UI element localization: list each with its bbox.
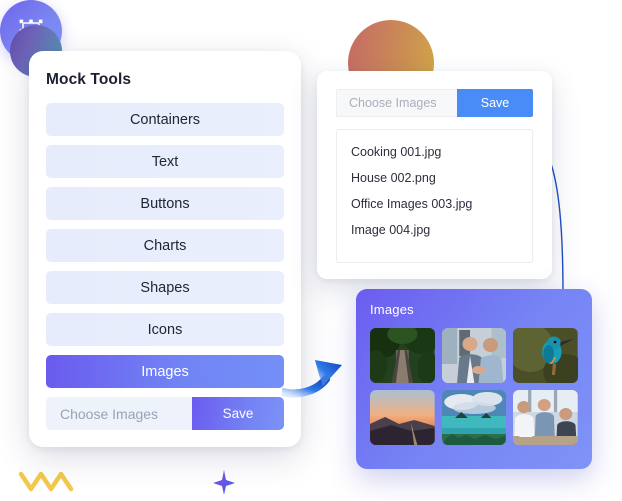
purple-four-point-star-icon bbox=[213, 470, 235, 495]
tool-item-images[interactable]: Images bbox=[46, 355, 284, 388]
businessmen-image bbox=[441, 328, 507, 383]
list-item[interactable]: Office Images 003.jpg bbox=[337, 191, 532, 217]
thumbnail-office-meeting[interactable] bbox=[513, 390, 578, 445]
tool-item-text[interactable]: Text bbox=[46, 145, 284, 178]
sunset-image bbox=[370, 390, 435, 445]
file-upload-row: Choose Images Save bbox=[336, 89, 533, 117]
kingfisher-image bbox=[513, 328, 578, 383]
image-frame-glyph bbox=[19, 19, 43, 43]
tool-item-icons[interactable]: Icons bbox=[46, 313, 284, 346]
gallery-title: Images bbox=[370, 302, 414, 317]
thumbnail-tropical-ocean[interactable] bbox=[441, 390, 507, 445]
file-list-panel: Choose Images Save Cooking 001.jpg House… bbox=[317, 71, 552, 279]
forest-boardwalk-image bbox=[370, 328, 435, 383]
gallery-grid bbox=[370, 328, 578, 445]
thumbnail-forest-boardwalk[interactable] bbox=[370, 328, 435, 383]
list-item[interactable]: Image 004.jpg bbox=[337, 217, 532, 243]
ocean-image bbox=[441, 390, 507, 445]
page-title: Mock Tools bbox=[46, 71, 132, 88]
save-button[interactable]: Save bbox=[457, 89, 533, 117]
tool-item-charts[interactable]: Charts bbox=[46, 229, 284, 262]
tool-item-buttons[interactable]: Buttons bbox=[46, 187, 284, 220]
thumbnail-two-businessmen-handshake[interactable] bbox=[441, 328, 507, 383]
list-item[interactable]: House 002.png bbox=[337, 165, 532, 191]
yellow-zigzag-squiggle bbox=[18, 471, 74, 492]
tool-item-containers[interactable]: Containers bbox=[46, 103, 284, 136]
screenshot-stage: Mock Tools Containers Text Buttons Chart… bbox=[0, 0, 622, 501]
mock-tools-panel: Mock Tools Containers Text Buttons Chart… bbox=[29, 51, 301, 447]
file-list: Cooking 001.jpg House 002.png Office Ima… bbox=[336, 129, 533, 263]
thumbnail-sunset-mountains[interactable] bbox=[370, 390, 435, 445]
save-button[interactable]: Save bbox=[192, 397, 284, 430]
thumbnail-kingfisher-bird[interactable] bbox=[513, 328, 578, 383]
list-item[interactable]: Cooking 001.jpg bbox=[337, 139, 532, 165]
tool-item-shapes[interactable]: Shapes bbox=[46, 271, 284, 304]
images-gallery-panel: Images bbox=[356, 289, 592, 469]
choose-images-input[interactable]: Choose Images bbox=[46, 397, 192, 430]
choose-images-input[interactable]: Choose Images bbox=[336, 89, 457, 117]
office-meeting-image bbox=[513, 390, 578, 445]
tools-upload-row: Choose Images Save bbox=[46, 397, 284, 430]
